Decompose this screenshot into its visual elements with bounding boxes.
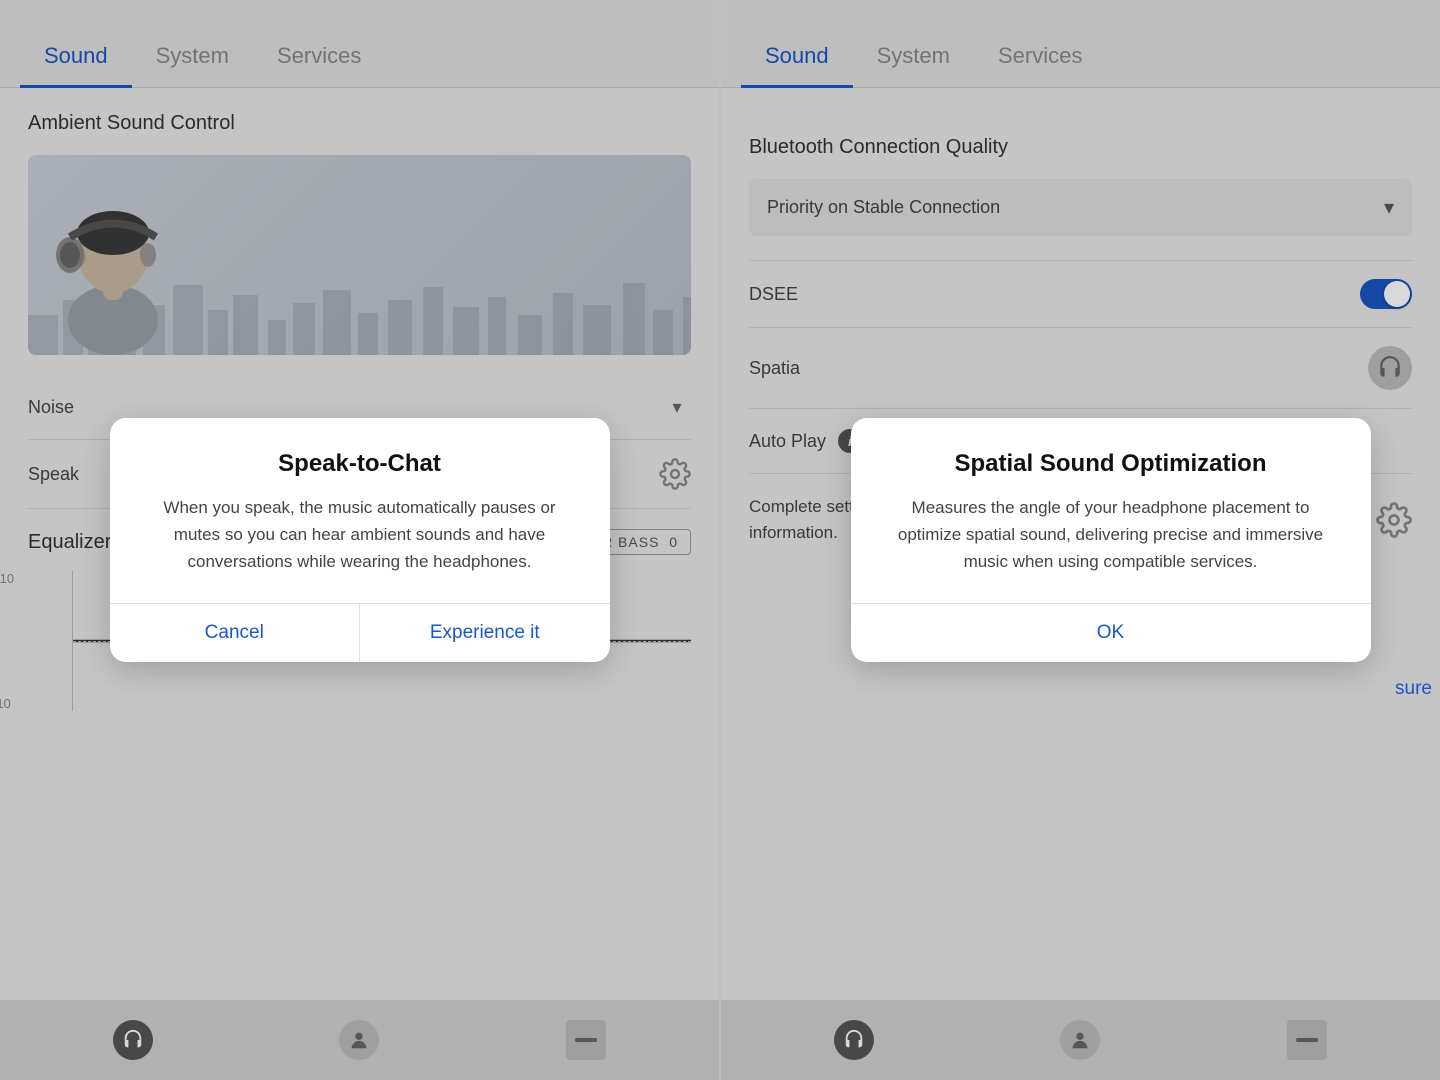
right-modal-text: Measures the angle of your headphone pla… (887, 494, 1335, 576)
right-modal-buttons: OK (851, 603, 1371, 662)
modal-body: Speak-to-Chat When you speak, the music … (110, 418, 610, 576)
modal-buttons: Cancel Experience it (110, 603, 610, 662)
spatial-sound-modal-overlay: Spatial Sound Optimization Measures the … (721, 0, 1440, 1080)
right-panel: Sound System Services Bluetooth Connecti… (721, 0, 1440, 1080)
speak-to-chat-modal-overlay: Speak-to-Chat When you speak, the music … (0, 0, 719, 1080)
modal-title: Speak-to-Chat (146, 450, 574, 478)
ok-button[interactable]: OK (851, 604, 1371, 662)
cancel-button[interactable]: Cancel (110, 604, 361, 662)
right-modal-title: Spatial Sound Optimization (887, 450, 1335, 478)
experience-it-button[interactable]: Experience it (360, 604, 610, 662)
sure-partial-label: sure (1387, 660, 1440, 718)
spatial-sound-modal: Spatial Sound Optimization Measures the … (851, 418, 1371, 663)
left-panel: Sound System Services Ambient Sound Cont… (0, 0, 719, 1080)
speak-to-chat-modal: Speak-to-Chat When you speak, the music … (110, 418, 610, 663)
modal-text: When you speak, the music automatically … (146, 494, 574, 576)
right-modal-body: Spatial Sound Optimization Measures the … (851, 418, 1371, 576)
